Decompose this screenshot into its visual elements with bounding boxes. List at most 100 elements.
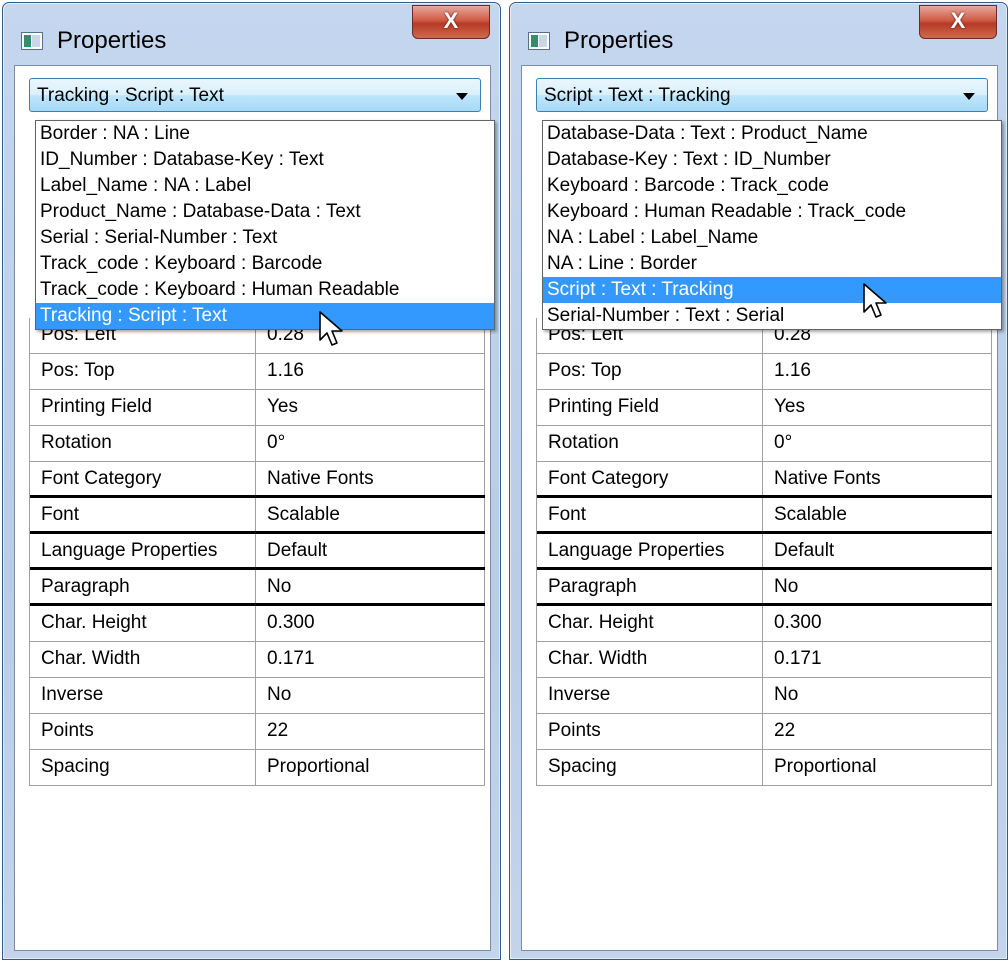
property-value[interactable]: No <box>763 570 992 603</box>
dropdown-item[interactable]: Database-Data : Text : Product_Name <box>543 121 1001 147</box>
properties-panel: Script : Text : Tracking Pos: Left 0.28 … <box>521 65 1002 951</box>
property-name: Language Properties <box>30 534 256 567</box>
window-title: Properties <box>564 27 674 54</box>
property-value[interactable]: 0.171 <box>763 642 992 677</box>
property-value[interactable]: Native Fonts <box>763 462 992 495</box>
property-value[interactable]: 0.300 <box>763 606 992 641</box>
property-name: Spacing <box>30 750 256 785</box>
property-row[interactable]: Char. Width 0.171 <box>30 642 485 678</box>
property-row[interactable]: Paragraph No <box>30 570 485 606</box>
property-name: Language Properties <box>537 534 763 567</box>
dropdown-item[interactable]: Database-Key : Text : ID_Number <box>543 147 1001 173</box>
property-row[interactable]: Rotation 0° <box>30 426 485 462</box>
property-row[interactable]: Points 22 <box>537 714 992 750</box>
property-value[interactable]: 1.16 <box>256 354 485 389</box>
dropdown-item[interactable]: NA : Label : Label_Name <box>543 225 1001 251</box>
object-selector-combo[interactable]: Script : Text : Tracking <box>536 78 988 112</box>
property-value[interactable]: Scalable <box>256 498 485 531</box>
property-value[interactable]: Default <box>256 534 485 567</box>
window-title: Properties <box>57 27 167 54</box>
property-name: Char. Height <box>537 606 763 641</box>
property-row[interactable]: Paragraph No <box>537 570 992 606</box>
property-value[interactable]: 22 <box>256 714 485 749</box>
combo-value: Tracking : Script : Text <box>37 85 224 106</box>
property-value[interactable]: Default <box>763 534 992 567</box>
properties-window-left: Properties X Tracking : Script : Text Po… <box>2 2 501 960</box>
property-name: Pos: Top <box>537 354 763 389</box>
property-row[interactable]: Pos: Top 1.16 <box>30 354 485 390</box>
property-value[interactable]: 22 <box>763 714 992 749</box>
property-value[interactable]: No <box>256 678 485 713</box>
property-row[interactable]: Char. Height 0.300 <box>537 606 992 642</box>
property-row[interactable]: Printing Field Yes <box>537 390 992 426</box>
property-row[interactable]: Pos: Top 1.16 <box>537 354 992 390</box>
combo-dropdown-list[interactable]: Database-Data : Text : Product_Name Data… <box>542 120 1002 330</box>
dropdown-item-selected[interactable]: Tracking : Script : Text <box>36 303 494 329</box>
property-name: Char. Height <box>30 606 256 641</box>
dropdown-item[interactable]: Keyboard : Human Readable : Track_code <box>543 199 1001 225</box>
title-bar[interactable]: Properties X <box>510 3 1007 65</box>
property-name: Paragraph <box>30 570 256 603</box>
property-value[interactable]: Yes <box>763 390 992 425</box>
property-row[interactable]: Spacing Proportional <box>30 750 485 786</box>
object-selector-combo[interactable]: Tracking : Script : Text <box>29 78 481 112</box>
combo-value: Script : Text : Tracking <box>544 85 731 106</box>
property-name: Pos: Top <box>30 354 256 389</box>
property-name: Font <box>30 498 256 531</box>
dropdown-item[interactable]: Keyboard : Barcode : Track_code <box>543 173 1001 199</box>
property-row[interactable]: Inverse No <box>30 678 485 714</box>
dropdown-item[interactable]: Serial-Number : Text : Serial <box>543 303 1001 329</box>
property-row[interactable]: Font Category Native Fonts <box>30 462 485 498</box>
combo-dropdown-list[interactable]: Border : NA : Line ID_Number : Database-… <box>35 120 495 330</box>
property-row[interactable]: Font Scalable <box>537 498 992 534</box>
chevron-down-icon[interactable] <box>456 93 468 100</box>
property-value[interactable]: 0.171 <box>256 642 485 677</box>
property-name: Char. Width <box>30 642 256 677</box>
dropdown-item-selected[interactable]: Script : Text : Tracking <box>543 277 1001 303</box>
property-value[interactable]: 0° <box>763 426 992 461</box>
title-bar[interactable]: Properties X <box>3 3 500 65</box>
property-row[interactable]: Char. Width 0.171 <box>537 642 992 678</box>
property-grid: Pos: Left 0.28 Pos: Top 1.16 Printing Fi… <box>29 318 485 786</box>
property-name: Char. Width <box>537 642 763 677</box>
property-row[interactable]: Printing Field Yes <box>30 390 485 426</box>
dropdown-item[interactable]: Serial : Serial-Number : Text <box>36 225 494 251</box>
dropdown-item[interactable]: ID_Number : Database-Key : Text <box>36 147 494 173</box>
app-icon <box>21 32 43 50</box>
dropdown-item[interactable]: Track_code : Keyboard : Human Readable <box>36 277 494 303</box>
dropdown-item[interactable]: Label_Name : NA : Label <box>36 173 494 199</box>
property-row[interactable]: Language Properties Default <box>537 534 992 570</box>
property-row[interactable]: Spacing Proportional <box>537 750 992 786</box>
close-button[interactable]: X <box>919 5 997 39</box>
property-value[interactable]: 0.300 <box>256 606 485 641</box>
property-name: Points <box>537 714 763 749</box>
property-row[interactable]: Font Category Native Fonts <box>537 462 992 498</box>
property-name: Font Category <box>537 462 763 495</box>
property-row[interactable]: Inverse No <box>537 678 992 714</box>
property-value[interactable]: 0° <box>256 426 485 461</box>
dropdown-item[interactable]: Border : NA : Line <box>36 121 494 147</box>
chevron-down-icon[interactable] <box>963 93 975 100</box>
property-value[interactable]: No <box>256 570 485 603</box>
property-value[interactable]: Scalable <box>763 498 992 531</box>
dropdown-item[interactable]: Product_Name : Database-Data : Text <box>36 199 494 225</box>
property-name: Font Category <box>30 462 256 495</box>
property-name: Points <box>30 714 256 749</box>
dropdown-item[interactable]: NA : Line : Border <box>543 251 1001 277</box>
property-value[interactable]: Proportional <box>763 750 992 785</box>
property-row[interactable]: Char. Height 0.300 <box>30 606 485 642</box>
dropdown-item[interactable]: Track_code : Keyboard : Barcode <box>36 251 494 277</box>
property-row[interactable]: Points 22 <box>30 714 485 750</box>
property-row[interactable]: Font Scalable <box>30 498 485 534</box>
property-row[interactable]: Rotation 0° <box>537 426 992 462</box>
property-name: Rotation <box>537 426 763 461</box>
property-value[interactable]: Proportional <box>256 750 485 785</box>
close-button[interactable]: X <box>412 5 490 39</box>
property-row[interactable]: Language Properties Default <box>30 534 485 570</box>
property-name: Rotation <box>30 426 256 461</box>
property-value[interactable]: No <box>763 678 992 713</box>
property-value[interactable]: Native Fonts <box>256 462 485 495</box>
property-value[interactable]: 1.16 <box>763 354 992 389</box>
property-value[interactable]: Yes <box>256 390 485 425</box>
property-name: Font <box>537 498 763 531</box>
